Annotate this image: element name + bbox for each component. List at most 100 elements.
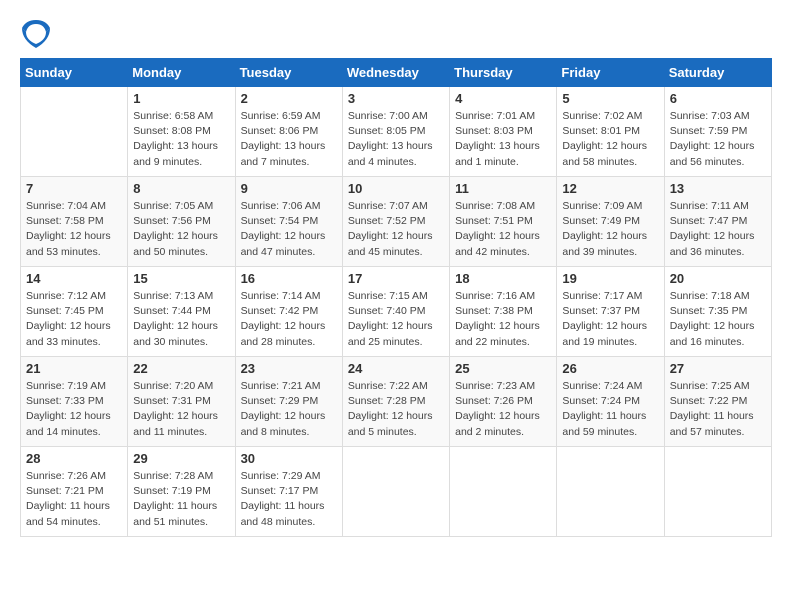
day-info: Sunrise: 7:01 AMSunset: 8:03 PMDaylight:… bbox=[455, 109, 551, 170]
calendar-cell: 6 Sunrise: 7:03 AMSunset: 7:59 PMDaylight… bbox=[664, 87, 771, 177]
day-info: Sunrise: 7:06 AMSunset: 7:54 PMDaylight:… bbox=[241, 199, 337, 260]
day-info: Sunrise: 7:26 AMSunset: 7:21 PMDaylight:… bbox=[26, 469, 122, 530]
day-info: Sunrise: 7:21 AMSunset: 7:29 PMDaylight:… bbox=[241, 379, 337, 440]
day-number: 12 bbox=[562, 181, 658, 196]
calendar-cell: 14 Sunrise: 7:12 AMSunset: 7:45 PMDayligh… bbox=[21, 267, 128, 357]
weekday-header-sunday: Sunday bbox=[21, 59, 128, 87]
day-info: Sunrise: 7:03 AMSunset: 7:59 PMDaylight:… bbox=[670, 109, 766, 170]
day-number: 17 bbox=[348, 271, 444, 286]
day-info: Sunrise: 7:24 AMSunset: 7:24 PMDaylight:… bbox=[562, 379, 658, 440]
day-number: 7 bbox=[26, 181, 122, 196]
day-info: Sunrise: 7:14 AMSunset: 7:42 PMDaylight:… bbox=[241, 289, 337, 350]
calendar-cell: 29 Sunrise: 7:28 AMSunset: 7:19 PMDayligh… bbox=[128, 447, 235, 537]
calendar-cell: 22 Sunrise: 7:20 AMSunset: 7:31 PMDayligh… bbox=[128, 357, 235, 447]
calendar-cell: 25 Sunrise: 7:23 AMSunset: 7:26 PMDayligh… bbox=[450, 357, 557, 447]
calendar-cell bbox=[21, 87, 128, 177]
calendar-cell: 15 Sunrise: 7:13 AMSunset: 7:44 PMDayligh… bbox=[128, 267, 235, 357]
weekday-header-monday: Monday bbox=[128, 59, 235, 87]
day-number: 10 bbox=[348, 181, 444, 196]
day-info: Sunrise: 7:15 AMSunset: 7:40 PMDaylight:… bbox=[348, 289, 444, 350]
week-row-1: 1Sunrise: 6:58 AMSunset: 8:08 PMDaylight… bbox=[21, 87, 772, 177]
day-number: 9 bbox=[241, 181, 337, 196]
week-row-2: 7 Sunrise: 7:04 AMSunset: 7:58 PMDaylight… bbox=[21, 177, 772, 267]
calendar-cell: 9 Sunrise: 7:06 AMSunset: 7:54 PMDaylight… bbox=[235, 177, 342, 267]
calendar-cell: 19 Sunrise: 7:17 AMSunset: 7:37 PMDayligh… bbox=[557, 267, 664, 357]
day-number: 13 bbox=[670, 181, 766, 196]
day-number: 25 bbox=[455, 361, 551, 376]
logo-icon bbox=[22, 20, 50, 48]
calendar-cell: 2 Sunrise: 6:59 AMSunset: 8:06 PMDaylight… bbox=[235, 87, 342, 177]
calendar-cell: 24Sunrise: 7:22 AMSunset: 7:28 PMDayligh… bbox=[342, 357, 449, 447]
day-info: Sunrise: 7:18 AMSunset: 7:35 PMDaylight:… bbox=[670, 289, 766, 350]
calendar-cell: 1Sunrise: 6:58 AMSunset: 8:08 PMDaylight… bbox=[128, 87, 235, 177]
day-number: 26 bbox=[562, 361, 658, 376]
calendar-cell: 12Sunrise: 7:09 AMSunset: 7:49 PMDayligh… bbox=[557, 177, 664, 267]
logo bbox=[20, 20, 52, 48]
day-info: Sunrise: 6:58 AMSunset: 8:08 PMDaylight:… bbox=[133, 109, 229, 170]
calendar-cell: 17 Sunrise: 7:15 AMSunset: 7:40 PMDayligh… bbox=[342, 267, 449, 357]
day-info: Sunrise: 7:05 AMSunset: 7:56 PMDaylight:… bbox=[133, 199, 229, 260]
weekday-header-wednesday: Wednesday bbox=[342, 59, 449, 87]
calendar-cell: 20 Sunrise: 7:18 AMSunset: 7:35 PMDayligh… bbox=[664, 267, 771, 357]
day-info: Sunrise: 7:07 AMSunset: 7:52 PMDaylight:… bbox=[348, 199, 444, 260]
calendar-cell: 28 Sunrise: 7:26 AMSunset: 7:21 PMDayligh… bbox=[21, 447, 128, 537]
day-info: Sunrise: 7:29 AMSunset: 7:17 PMDaylight:… bbox=[241, 469, 337, 530]
weekday-header-row: SundayMondayTuesdayWednesdayThursdayFrid… bbox=[21, 59, 772, 87]
calendar-cell bbox=[664, 447, 771, 537]
day-number: 22 bbox=[133, 361, 229, 376]
day-info: Sunrise: 7:04 AMSunset: 7:58 PMDaylight:… bbox=[26, 199, 122, 260]
calendar-cell: 30 Sunrise: 7:29 AMSunset: 7:17 PMDayligh… bbox=[235, 447, 342, 537]
calendar-cell: 11 Sunrise: 7:08 AMSunset: 7:51 PMDayligh… bbox=[450, 177, 557, 267]
day-number: 3 bbox=[348, 91, 444, 106]
week-row-5: 28 Sunrise: 7:26 AMSunset: 7:21 PMDayligh… bbox=[21, 447, 772, 537]
calendar-cell: 13 Sunrise: 7:11 AMSunset: 7:47 PMDayligh… bbox=[664, 177, 771, 267]
day-info: Sunrise: 7:00 AMSunset: 8:05 PMDaylight:… bbox=[348, 109, 444, 170]
weekday-header-saturday: Saturday bbox=[664, 59, 771, 87]
day-info: Sunrise: 7:17 AMSunset: 7:37 PMDaylight:… bbox=[562, 289, 658, 350]
calendar-cell bbox=[557, 447, 664, 537]
calendar-cell: 26 Sunrise: 7:24 AMSunset: 7:24 PMDayligh… bbox=[557, 357, 664, 447]
weekday-header-friday: Friday bbox=[557, 59, 664, 87]
day-info: Sunrise: 7:11 AMSunset: 7:47 PMDaylight:… bbox=[670, 199, 766, 260]
day-number: 14 bbox=[26, 271, 122, 286]
day-info: Sunrise: 7:25 AMSunset: 7:22 PMDaylight:… bbox=[670, 379, 766, 440]
day-number: 2 bbox=[241, 91, 337, 106]
day-info: Sunrise: 7:23 AMSunset: 7:26 PMDaylight:… bbox=[455, 379, 551, 440]
calendar-table: SundayMondayTuesdayWednesdayThursdayFrid… bbox=[20, 58, 772, 537]
day-number: 21 bbox=[26, 361, 122, 376]
day-info: Sunrise: 7:02 AMSunset: 8:01 PMDaylight:… bbox=[562, 109, 658, 170]
day-number: 27 bbox=[670, 361, 766, 376]
day-number: 15 bbox=[133, 271, 229, 286]
calendar-cell: 5Sunrise: 7:02 AMSunset: 8:01 PMDaylight… bbox=[557, 87, 664, 177]
weekday-header-tuesday: Tuesday bbox=[235, 59, 342, 87]
calendar-cell: 21Sunrise: 7:19 AMSunset: 7:33 PMDayligh… bbox=[21, 357, 128, 447]
day-number: 4 bbox=[455, 91, 551, 106]
page-header bbox=[20, 20, 772, 48]
day-info: Sunrise: 7:12 AMSunset: 7:45 PMDaylight:… bbox=[26, 289, 122, 350]
weekday-header-thursday: Thursday bbox=[450, 59, 557, 87]
week-row-3: 14 Sunrise: 7:12 AMSunset: 7:45 PMDayligh… bbox=[21, 267, 772, 357]
day-number: 20 bbox=[670, 271, 766, 286]
calendar-cell: 27 Sunrise: 7:25 AMSunset: 7:22 PMDayligh… bbox=[664, 357, 771, 447]
calendar-cell: 10 Sunrise: 7:07 AMSunset: 7:52 PMDayligh… bbox=[342, 177, 449, 267]
calendar-cell: 4 Sunrise: 7:01 AMSunset: 8:03 PMDaylight… bbox=[450, 87, 557, 177]
calendar-cell bbox=[342, 447, 449, 537]
calendar-cell: 18Sunrise: 7:16 AMSunset: 7:38 PMDayligh… bbox=[450, 267, 557, 357]
calendar-cell: 23Sunrise: 7:21 AMSunset: 7:29 PMDayligh… bbox=[235, 357, 342, 447]
day-info: Sunrise: 7:13 AMSunset: 7:44 PMDaylight:… bbox=[133, 289, 229, 350]
calendar-cell: 8Sunrise: 7:05 AMSunset: 7:56 PMDaylight… bbox=[128, 177, 235, 267]
day-number: 18 bbox=[455, 271, 551, 286]
day-info: Sunrise: 7:28 AMSunset: 7:19 PMDaylight:… bbox=[133, 469, 229, 530]
calendar-cell: 7 Sunrise: 7:04 AMSunset: 7:58 PMDaylight… bbox=[21, 177, 128, 267]
day-number: 19 bbox=[562, 271, 658, 286]
day-number: 24 bbox=[348, 361, 444, 376]
day-info: Sunrise: 6:59 AMSunset: 8:06 PMDaylight:… bbox=[241, 109, 337, 170]
day-info: Sunrise: 7:08 AMSunset: 7:51 PMDaylight:… bbox=[455, 199, 551, 260]
day-number: 30 bbox=[241, 451, 337, 466]
day-number: 29 bbox=[133, 451, 229, 466]
day-info: Sunrise: 7:20 AMSunset: 7:31 PMDaylight:… bbox=[133, 379, 229, 440]
calendar-cell: 16Sunrise: 7:14 AMSunset: 7:42 PMDayligh… bbox=[235, 267, 342, 357]
day-number: 11 bbox=[455, 181, 551, 196]
day-number: 6 bbox=[670, 91, 766, 106]
day-number: 28 bbox=[26, 451, 122, 466]
